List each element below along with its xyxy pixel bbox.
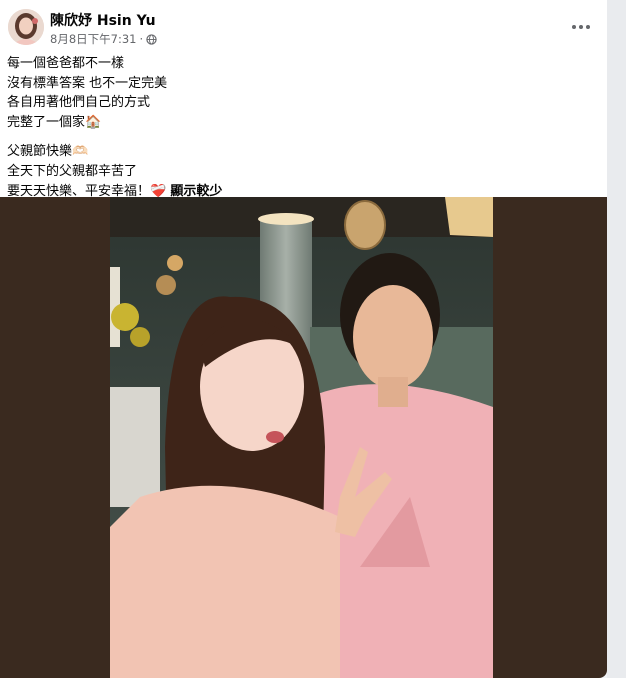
post-header: 陳欣妤 Hsin Yu 8月8日下午7:31 · [0,0,607,52]
post-timestamp[interactable]: 8月8日下午7:31 [50,31,136,47]
meta-separator: · [139,32,144,46]
message-line: 完整了一個家🏠 [7,114,102,130]
photo-image [110,197,493,678]
post-meta: 8月8日下午7:31 · [50,31,157,47]
post-photo[interactable] [110,197,493,678]
scrollbar[interactable] [607,0,626,678]
more-options-icon[interactable] [567,13,595,41]
post-media[interactable] [0,197,607,678]
author-avatar[interactable] [8,9,44,45]
post-message: 每一個爸爸都不一樣 沒有標準答案 也不一定完美 各自用著他們自己的方式 完整了一… [7,54,597,201]
message-line: 每一個爸爸都不一樣 [7,56,125,71]
globe-icon [146,33,157,45]
message-line: 各自用著他們自己的方式 [7,95,151,111]
message-line: 全天下的父親都辛苦了 [7,163,138,179]
message-line: 沒有標準答案 也不一定完美 [7,75,168,91]
author-name[interactable]: 陳欣妤 Hsin Yu [50,10,156,30]
avatar-image [8,9,44,45]
message-line: 父親節快樂🫶🏻 [7,144,89,160]
post-card: 陳欣妤 Hsin Yu 8月8日下午7:31 · 每一個爸爸都不一樣 沒有標準答… [0,0,607,678]
